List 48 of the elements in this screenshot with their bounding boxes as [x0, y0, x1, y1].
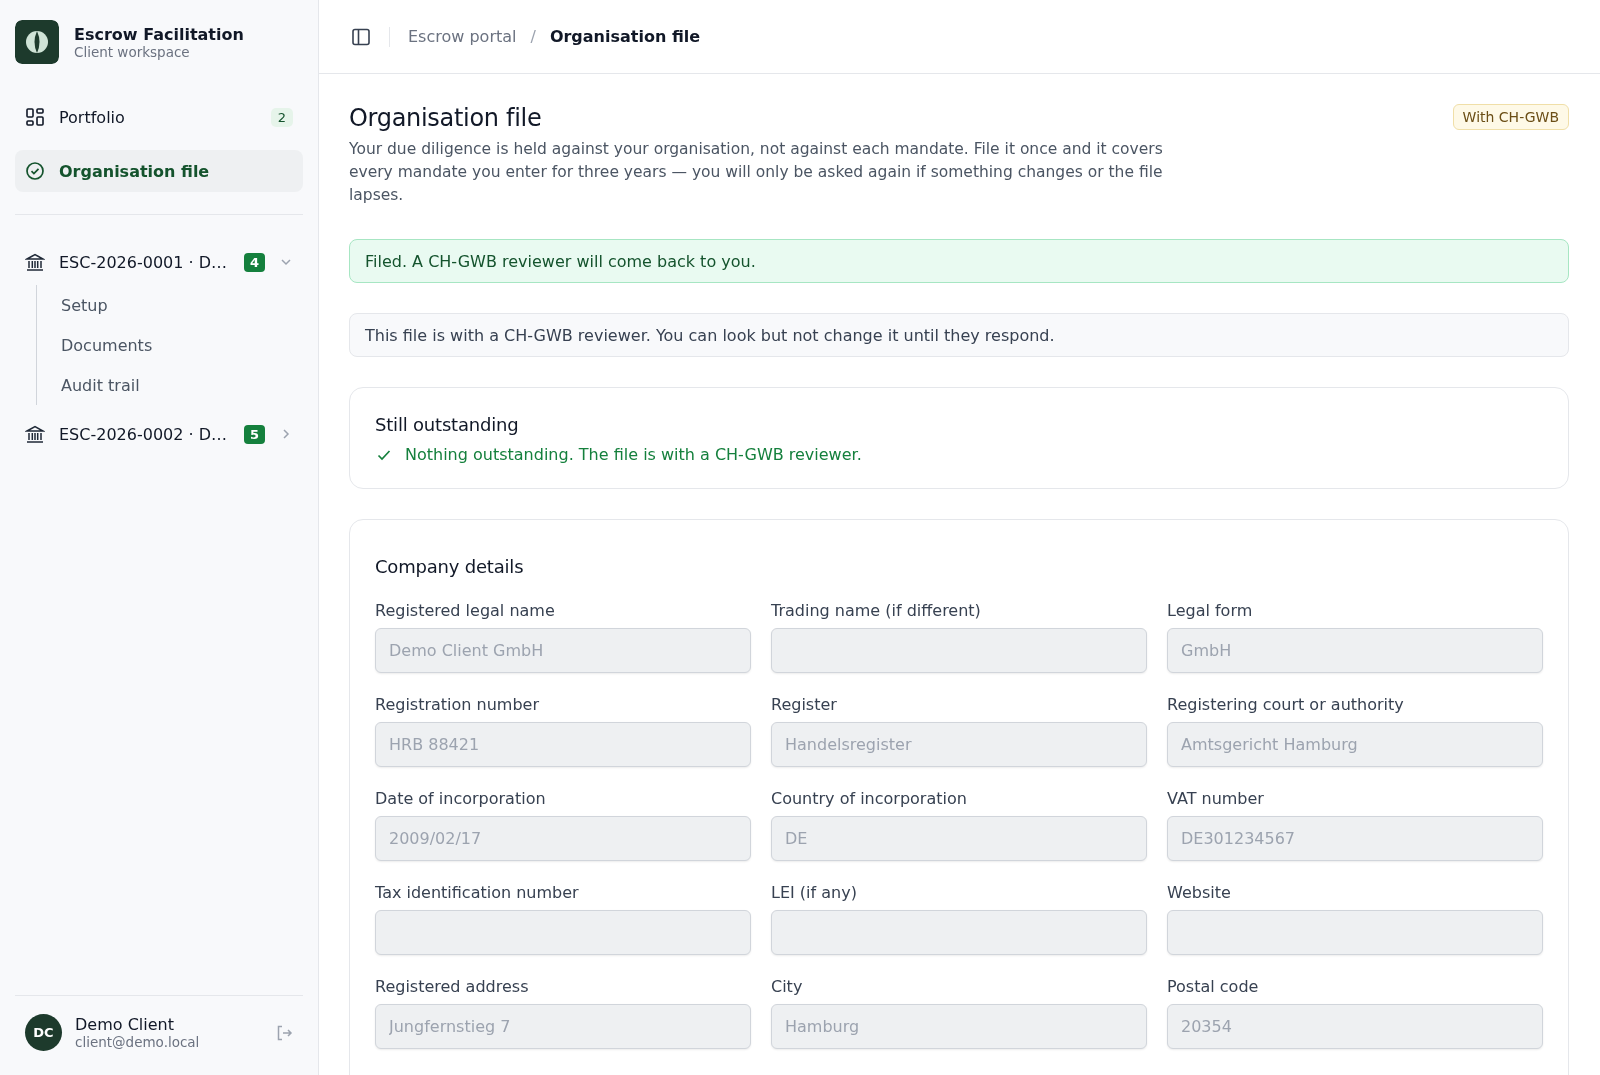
- status-badge: With CH-GWB: [1452, 104, 1569, 130]
- mandate-item[interactable]: ESC-2026-0001 · D… 4: [15, 241, 303, 283]
- card-title: Company details: [375, 556, 525, 577]
- check-circle-icon: [25, 161, 45, 181]
- nav-item[interactable]: Portfolio 2: [15, 96, 303, 138]
- count-badge: 4: [243, 252, 265, 272]
- field-label: Country of incorporation: [771, 789, 968, 808]
- info-alert: This file is with a CH-GWB reviewer. You can look but not change it until they respond.: [349, 313, 1569, 357]
- field-label: Trading name (if different): [771, 601, 982, 620]
- mandate-subitem[interactable]: Documents: [61, 325, 303, 365]
- field-label: Legal form: [1167, 601, 1254, 620]
- status-message: Nothing outstanding. The file is with a CH-GWB reviewer.: [405, 445, 862, 464]
- brand-subtitle: Client workspace: [74, 43, 191, 60]
- user-email: client@demo.local: [75, 1034, 201, 1050]
- mandate-item[interactable]: ESC-2026-0002 · D… 5: [15, 413, 303, 455]
- bank-icon: [25, 252, 45, 272]
- card-title: Still outstanding: [375, 414, 520, 435]
- field-label: Date of incorporation: [375, 789, 547, 808]
- count-badge: 2: [270, 107, 293, 127]
- page-description: Your due diligence is held against your organisation, not against each mandate. File it once and it covers every mandate you enter for three years — you will only be asked again if something changes or the file lapses.: [349, 139, 1164, 206]
- nav-item[interactable]: Organisation file: [15, 150, 303, 192]
- logout-icon[interactable]: [275, 1023, 293, 1042]
- field-label: Postal code: [1167, 977, 1260, 996]
- field-label: Registered legal name: [375, 601, 556, 620]
- mandate-subitem[interactable]: Audit trail: [61, 365, 303, 405]
- field-label: Registering court or authority: [1167, 695, 1405, 714]
- field-label: Register: [771, 695, 838, 714]
- breadcrumb-separator: /: [530, 27, 536, 46]
- field-label: Website: [1167, 883, 1232, 902]
- page-title: Organisation file: [349, 104, 543, 132]
- user-avatar: DC: [25, 1014, 62, 1051]
- field-label: Registration number: [375, 695, 540, 714]
- user-name: Demo Client: [75, 1015, 175, 1034]
- field-label: Registered address: [375, 977, 530, 996]
- breadcrumb-link[interactable]: Escrow portal: [408, 27, 517, 46]
- sidebar-toggle-icon[interactable]: [351, 26, 371, 47]
- field-label: Tax identification number: [375, 883, 580, 902]
- mandate-subitem[interactable]: Setup: [61, 285, 303, 325]
- field-label: LEI (if any): [771, 883, 858, 902]
- field-label: VAT number: [1167, 789, 1265, 808]
- success-alert: Filed. A CH-GWB reviewer will come back to you.: [349, 239, 1569, 283]
- field-label: City: [771, 977, 804, 996]
- breadcrumb-link[interactable]: Organisation file: [549, 27, 701, 46]
- bank-icon: [25, 424, 45, 444]
- grid-icon: [25, 107, 45, 127]
- count-badge: 5: [243, 424, 265, 444]
- brand-title: Escrow Facilitation: [74, 24, 244, 44]
- logo-icon: [15, 20, 59, 64]
